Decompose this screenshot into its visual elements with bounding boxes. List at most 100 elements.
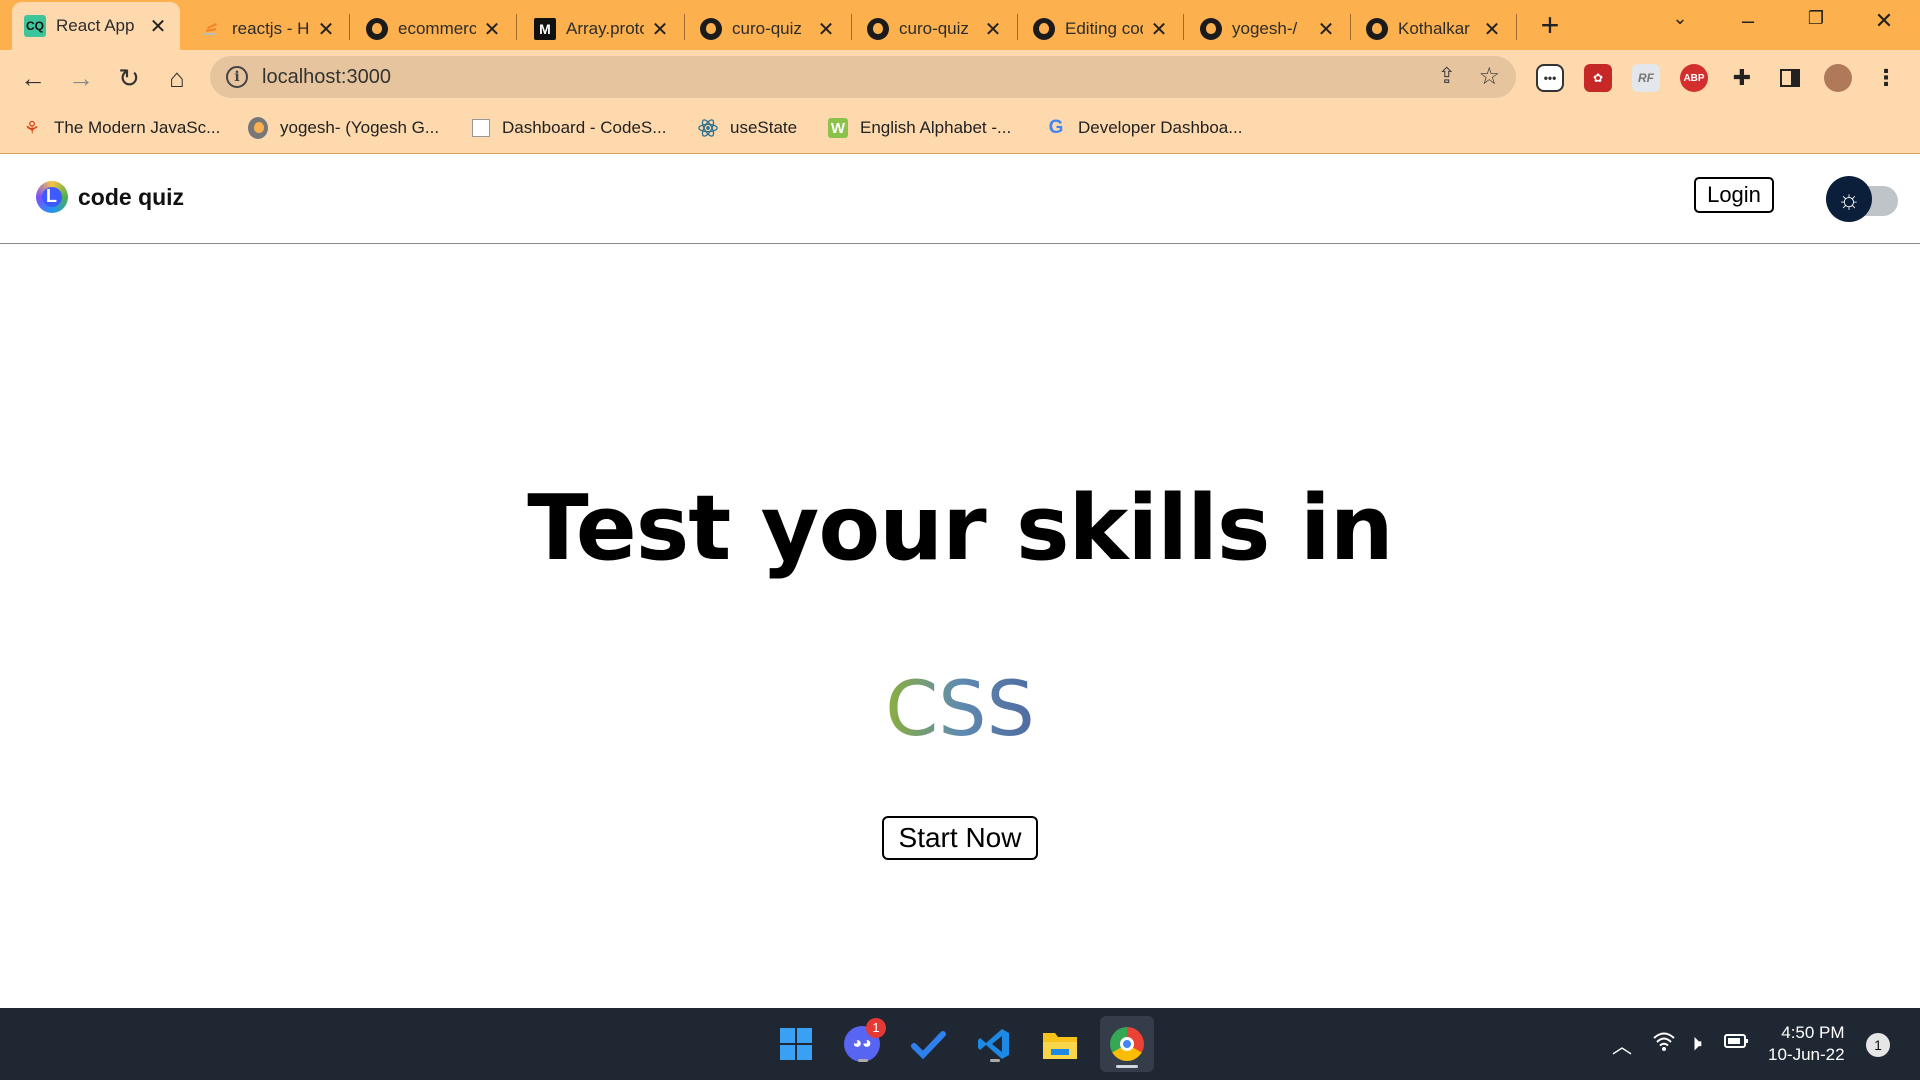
tab-title: Array.prototype: [566, 19, 644, 38]
side-panel-icon[interactable]: [1776, 64, 1804, 92]
bookmark-label: Dashboard - CodeS...: [502, 118, 667, 137]
stackoverflow-icon: [200, 18, 222, 40]
minimize-icon[interactable]: –: [1728, 8, 1768, 34]
close-tab-icon[interactable]: ✕: [1482, 17, 1502, 42]
file-explorer-icon[interactable]: [1038, 1022, 1082, 1066]
window-close-icon[interactable]: ✕: [1864, 8, 1904, 34]
bookmark-label: useState: [730, 118, 798, 137]
url-text[interactable]: localhost:3000: [262, 66, 391, 89]
bookmarks-bar: ⚘ The Modern JavaSc... yogesh- (Yogesh G…: [0, 106, 1920, 154]
reload-icon[interactable]: ↻: [114, 63, 144, 93]
windows-start-icon[interactable]: [774, 1022, 818, 1066]
bookmark-developer-dashboard[interactable]: G Developer Dashboa...: [1046, 117, 1243, 138]
hero-topic: CSS: [885, 664, 1035, 753]
page-icon: [472, 119, 490, 137]
github-icon: [366, 18, 388, 40]
profile-avatar-icon[interactable]: [1824, 64, 1852, 92]
tab-kothalkar[interactable]: Kothalkar ✕: [1354, 8, 1514, 50]
react-icon: [698, 118, 718, 138]
tab-title: curo-quiz: [899, 19, 969, 38]
chrome-icon[interactable]: [1100, 1016, 1154, 1072]
clock-date: 10-Jun-22: [1768, 1045, 1845, 1064]
discord-icon[interactable]: ◕◕ 1: [840, 1018, 886, 1066]
back-icon[interactable]: ←: [18, 63, 48, 93]
app-navbar: L code quiz Login ☼: [0, 154, 1920, 244]
close-tab-icon[interactable]: ✕: [816, 17, 836, 42]
rf-extension-icon[interactable]: RF: [1632, 64, 1660, 92]
paw-extension-icon[interactable]: ✿: [1584, 64, 1612, 92]
windows-taskbar: ◕◕ 1 ︿ 🕨 4:50 PM 10-Jun-22 1: [0, 1008, 1920, 1080]
volume-icon[interactable]: 🕨: [1688, 1030, 1702, 1056]
bookmark-modern-javascript[interactable]: ⚘ The Modern JavaSc...: [22, 118, 220, 138]
browser-chrome: CQ React App ✕ reactjs - How ✕ ecommerce…: [0, 0, 1920, 154]
share-icon[interactable]: ⇪: [1438, 63, 1456, 89]
puzzle-extensions-icon[interactable]: ✚: [1728, 64, 1756, 92]
theme-toggle[interactable]: ☼: [1826, 176, 1898, 222]
close-tab-icon[interactable]: ✕: [482, 17, 502, 42]
vscode-icon[interactable]: [972, 1022, 1016, 1066]
bookmark-yogesh-github[interactable]: yogesh- (Yogesh G...: [248, 117, 440, 139]
close-tab-icon[interactable]: ✕: [983, 17, 1003, 42]
brand[interactable]: L code quiz: [36, 181, 184, 213]
tab-search-chevron-icon[interactable]: ⌄: [1660, 8, 1700, 29]
wifi-icon[interactable]: [1652, 1030, 1676, 1058]
bookmark-dashboard-codes[interactable]: Dashboard - CodeS...: [472, 118, 666, 138]
bookmark-label: yogesh- (Yogesh G...: [280, 118, 440, 137]
notification-badge[interactable]: 1: [1866, 1033, 1890, 1057]
kebab-menu-icon[interactable]: ⋮: [1872, 64, 1900, 92]
tab-curo-quiz-2[interactable]: curo-quiz ✕: [855, 8, 1015, 50]
start-now-button[interactable]: Start Now: [882, 816, 1038, 860]
tab-ecommerce[interactable]: ecommerce ✕: [354, 8, 514, 50]
bookmark-english-alphabet[interactable]: W English Alphabet -...: [828, 118, 1011, 138]
adblock-plus-icon[interactable]: ABP: [1680, 64, 1708, 92]
system-clock[interactable]: 4:50 PM 10-Jun-22: [1768, 1022, 1845, 1066]
bookmark-label: English Alphabet -...: [860, 118, 1012, 137]
new-tab-button[interactable]: +: [1537, 8, 1563, 42]
restore-icon[interactable]: ❐: [1796, 8, 1836, 29]
site-info-icon[interactable]: i: [226, 66, 248, 88]
close-tab-icon[interactable]: ✕: [316, 17, 336, 42]
brand-name: code quiz: [78, 183, 185, 210]
tab-yogesh[interactable]: yogesh-/ ✕: [1188, 8, 1348, 50]
close-tab-icon[interactable]: ✕: [148, 14, 168, 39]
tab-array-prototype[interactable]: M Array.prototype ✕: [522, 8, 682, 50]
close-tab-icon[interactable]: ✕: [1316, 17, 1336, 42]
forward-icon[interactable]: →: [66, 63, 96, 93]
tab-title: curo-quiz: [732, 19, 802, 38]
login-button[interactable]: Login: [1694, 177, 1774, 213]
bookmark-label: Developer Dashboa...: [1078, 118, 1243, 137]
sun-icon: ☼: [1826, 176, 1872, 222]
tab-curo-quiz-1[interactable]: curo-quiz ✕: [688, 8, 848, 50]
bookmark-star-icon[interactable]: ☆: [1478, 62, 1500, 91]
github-icon: [1033, 18, 1055, 40]
page-content: L code quiz Login ☼ Test your skills in …: [0, 154, 1920, 1008]
tab-title: Kothalkar: [1398, 19, 1470, 38]
w-icon: W: [828, 118, 848, 138]
tab-react-app[interactable]: CQ React App ✕: [12, 2, 180, 50]
tab-reactjs[interactable]: reactjs - How ✕: [188, 8, 348, 50]
bookmark-label: The Modern JavaSc...: [54, 118, 221, 137]
github-icon: [248, 117, 268, 139]
github-icon: [1200, 18, 1222, 40]
google-icon: G: [1048, 117, 1064, 138]
tab-editing-code[interactable]: Editing code ✕: [1021, 8, 1181, 50]
tab-strip: CQ React App ✕ reactjs - How ✕ ecommerce…: [0, 0, 1920, 50]
todo-icon[interactable]: [906, 1022, 950, 1066]
discord-badge: 1: [866, 1018, 886, 1038]
tray-chevron-icon[interactable]: ︿: [1612, 1030, 1632, 1059]
hero-title: Test your skills in: [527, 476, 1394, 581]
dots-extension-icon[interactable]: •••: [1536, 64, 1564, 92]
home-icon[interactable]: ⌂: [162, 63, 192, 93]
tab-title: React App: [56, 16, 135, 35]
bookmark-usestate[interactable]: useState: [698, 118, 797, 138]
code-quiz-logo-icon: L: [36, 181, 68, 213]
battery-icon[interactable]: [1724, 1030, 1750, 1058]
close-tab-icon[interactable]: ✕: [1149, 17, 1169, 42]
tab-title: ecommerce: [398, 19, 476, 38]
browser-toolbar: ← → ↻ ⌂ i localhost:3000 ⇪ ☆ ••• ✿ RF AB…: [0, 50, 1920, 106]
cq-favicon: CQ: [24, 15, 46, 37]
address-bar[interactable]: i localhost:3000 ⇪ ☆: [210, 56, 1516, 98]
tab-title: yogesh-/: [1232, 19, 1298, 38]
close-tab-icon[interactable]: ✕: [650, 17, 670, 42]
github-icon: [867, 18, 889, 40]
